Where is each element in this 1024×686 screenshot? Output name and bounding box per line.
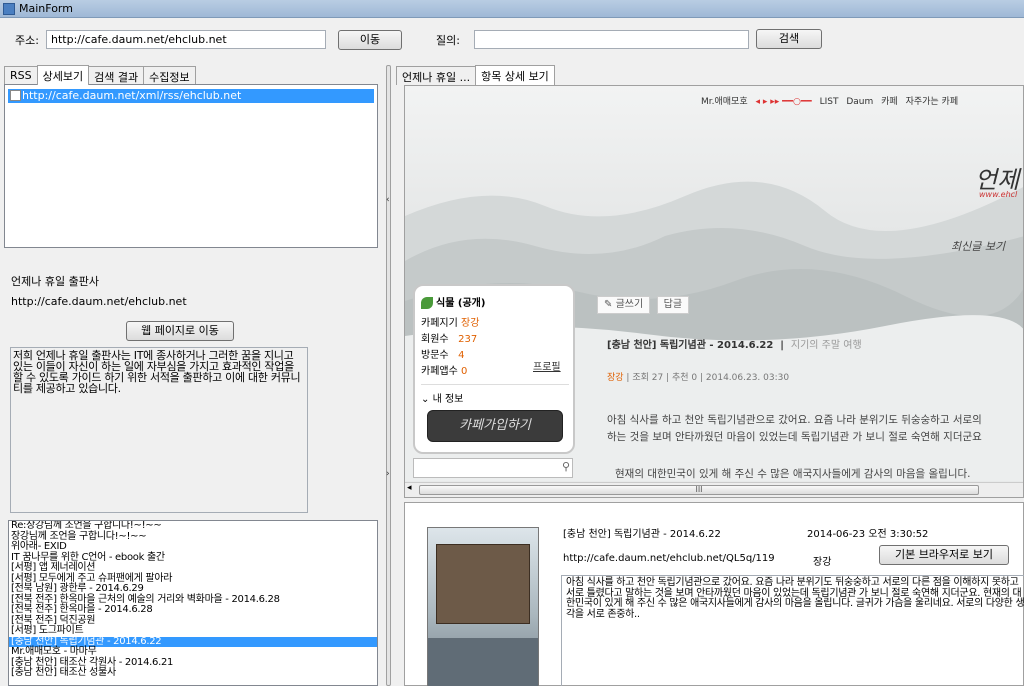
post-thumbnail [427,527,539,686]
search-button[interactable]: 검색 [756,29,822,49]
tab-detail[interactable]: 상세보기 [36,65,90,85]
rss-item-checkbox[interactable] [10,90,21,101]
detail-body[interactable]: 아침 식사를 하고 천안 독립기념관으로 갔어요. 요즘 나라 분위기도 뒤숭숭… [561,575,1024,686]
web-browser[interactable]: Mr.애매모호 ◂ ▸ ▸▸ ━━○━━ LIST Daum 카페 자주가는 카… [404,85,1024,498]
chevron-down-icon: ⌄ [421,394,430,405]
my-info-toggle[interactable]: ⌄ 내 정보 [421,390,463,405]
building-image [436,544,530,624]
plant-icon [421,297,433,309]
horizontal-scrollbar[interactable]: ◂ III [405,482,1023,497]
cafe-url: http://cafe.daum.net/ehclub.net [11,295,187,308]
detail-title: [충남 천안] 독립기념관 - 2014.6.22 [563,529,721,540]
address-input[interactable] [46,30,326,49]
profile-link[interactable]: 프로필 [533,358,561,373]
article-item[interactable]: Mr.애매모호 - 마마무 [9,646,377,658]
article-item[interactable]: Re:장강님께 조언을 구합니다!~!~~ [9,521,377,532]
post-body: 아침 식사를 하고 천안 독립기념관으로 갔어요. 요즘 나라 분위기도 뒤숭숭… [607,414,982,443]
nav-list[interactable]: LIST [820,97,839,107]
tab-item-detail[interactable]: 항목 상세 보기 [475,65,555,85]
collapse-left-icon[interactable]: ‹ [386,195,390,205]
detail-date: 2014-06-23 오전 3:30:52 [807,529,929,540]
rss-item-label: http://cafe.daum.net/xml/rss/ehclub.net [22,89,242,102]
cafe-info-row: 회원수 237 [421,334,478,345]
article-item[interactable]: 위아래- EXID [9,541,377,553]
cafe-name: 언제나 휴일 출판사 [11,275,99,288]
post-title: [충남 천안] 독립기념관 - 2014.6.22 | 지기의 주말 여행 [607,340,862,351]
address-label: 주소: [15,34,39,47]
rss-list[interactable]: http://cafe.daum.net/xml/rss/ehclub.net [4,84,378,248]
app-icon [3,3,15,15]
post-meta: 장강 | 조회 27 | 추천 0 | 2014.06.23. 03:30 [607,373,790,383]
post-author[interactable]: 장강 [607,373,624,383]
cafe-topnav: Mr.애매모호 ◂ ▸ ▸▸ ━━○━━ LIST Daum 카페 자주가는 카… [701,94,963,107]
article-item[interactable]: [전북 남원] 광한루 - 2014.6.29 [9,583,377,595]
tab-collected-info[interactable]: 수집정보 [143,66,196,85]
nav-daum[interactable]: Daum [846,97,873,107]
cafe-info-box: 식물 (공개) 카페지기 장강 회원수 237 방문수 4 카페앱수 0 프로필… [413,284,575,454]
toolbar: 주소: 이동 질의: 검색 [0,18,1024,62]
window-title: MainForm [19,2,73,15]
tab-search-results[interactable]: 검색 결과 [88,66,145,85]
nav-favorites[interactable]: 자주가는 카페 [906,97,959,107]
join-cafe-button[interactable]: 카페가입하기 [427,410,563,442]
expand-right-icon[interactable]: › [386,469,390,479]
post-body-line: 현재의 대한민국이 있게 해 주신 수 많은 애국지사들에게 감사의 마음을 올… [615,468,971,480]
cafe-info-row: 카페앱수 0 [421,366,468,377]
splitter[interactable]: ‹ › [384,65,396,686]
scrollbar-thumb[interactable]: III [419,485,979,495]
query-input[interactable] [474,30,749,49]
splitter-bar[interactable] [386,65,391,686]
ground-image [428,638,538,686]
nav-cafe[interactable]: 카페 [881,97,898,107]
article-item[interactable]: [서평] 앱 제너레이션 [9,562,377,574]
player-controls-icon[interactable]: ◂ ▸ ▸▸ ━━○━━ [756,97,812,107]
open-default-browser-button[interactable]: 기본 브라우저로 보기 [879,545,1009,565]
detail-url: http://cafe.daum.net/ehclub.net/QL5q/119 [563,553,775,564]
nav-music[interactable]: Mr.애매모호 [701,97,748,107]
left-pane: RSS 상세보기 검색 결과 수집정보 http://cafe.daum.net… [4,65,382,686]
cafe-description[interactable]: 저희 언제나 휴일 출판사는 IT에 종사하거나 그러한 꿈을 지니고 있는 이… [10,347,308,513]
search-icon[interactable]: ⚲ [562,460,578,476]
article-item[interactable]: [서평] 도그파이트 [9,625,377,637]
window-titlebar[interactable]: MainForm [0,0,1024,18]
tab-rss[interactable]: RSS [4,66,38,85]
cafe-brand-url: www.ehcl [979,190,1018,199]
divider [421,384,569,385]
scroll-left-icon[interactable]: ◂ [407,483,412,493]
article-item[interactable]: [전북 전주] 한옥마을 - 2014.6.28 [9,604,377,616]
cafe-info-title: 식물 (공개) [421,294,485,309]
rss-item[interactable]: http://cafe.daum.net/xml/rss/ehclub.net [8,89,374,103]
tab-browser[interactable]: 언제나 휴일 ... [396,66,477,85]
go-button[interactable]: 이동 [338,30,402,50]
query-label: 질의: [436,34,460,47]
right-tabs: 언제나 휴일 ... 항목 상세 보기 [396,65,555,85]
cafe-search-box[interactable]: ⚲ [413,458,573,478]
open-webpage-button[interactable]: 웹 페이지로 이동 [126,321,234,341]
article-list[interactable]: Re:장강님께 조언을 구합니다!~!~~ 장강님께 조언을 구합니다!~!~~ 위… [8,520,378,686]
write-button[interactable]: ✎ 글쓰기 [597,296,651,314]
left-tabs: RSS 상세보기 검색 결과 수집정보 [4,65,196,85]
post-actions: ✎ 글쓰기 답글 [597,296,692,314]
cafe-info-row: 카페지기 장강 [421,318,480,329]
article-item[interactable]: [충남 천안] 태조산 성불사 [9,667,377,679]
latest-posts-link[interactable]: 최신글 보기 [951,238,1005,254]
item-detail: [충남 천안] 독립기념관 - 2014.6.22 2014-06-23 오전 … [404,502,1024,686]
detail-author: 장강 [813,557,832,568]
right-pane: 언제나 휴일 ... 항목 상세 보기 Mr.애매모호 ◂ ▸ ▸▸ ━━○━━… [396,65,1024,686]
reply-button[interactable]: 답글 [656,296,690,314]
cafe-info-row: 방문수 4 [421,350,465,361]
